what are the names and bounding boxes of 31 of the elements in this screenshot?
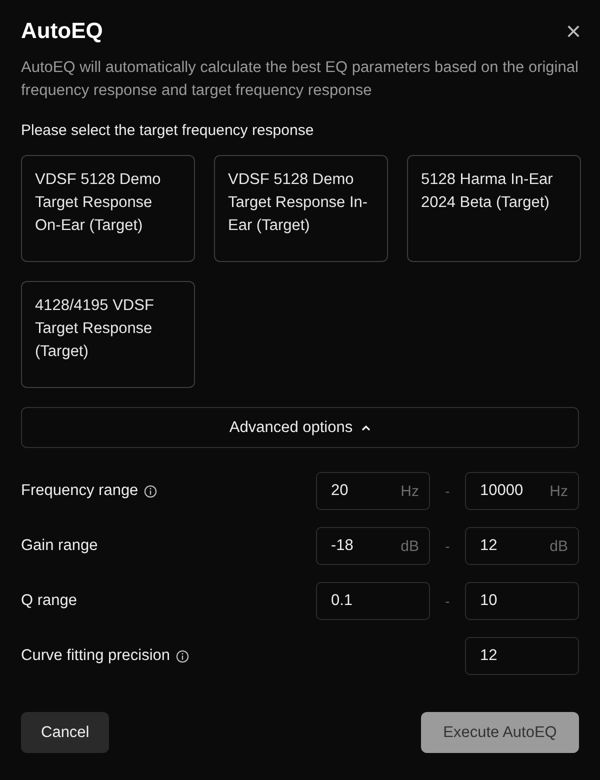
target-option-card[interactable]: VDSF 5128 Demo Target Response In-Ear (Target) (214, 155, 388, 262)
target-option-card[interactable]: 5128 Harma In-Ear 2024 Beta (Target) (407, 155, 581, 262)
option-label: Q range (21, 592, 78, 610)
info-icon[interactable] (144, 484, 158, 498)
chevron-icon (360, 422, 371, 432)
section-label: Please select the target frequency response (21, 122, 315, 139)
number-input-field[interactable]: 0.1 (316, 582, 430, 620)
number-input-field[interactable]: 20 Hz (316, 472, 430, 510)
target-option-card[interactable]: VDSF 5128 Demo Target Response On-Ear (Target) (21, 155, 195, 262)
dialog-description: AutoEQ will automatically calculate the best EQ parameters based on the original frequency response and target frequency response (21, 58, 579, 101)
unit-label: Hz (550, 482, 568, 500)
unit-label: dB (400, 538, 419, 554)
dialog-title: AutoEQ (21, 18, 103, 44)
target-option-card[interactable]: 4128/4195 VDSF Target Response (Target) (21, 281, 195, 388)
close-button[interactable]: × (566, 18, 581, 44)
range-separator: - (444, 593, 451, 609)
advanced-options-toggle[interactable]: Advanced options (21, 407, 579, 448)
unit-label: Hz (400, 482, 419, 500)
number-input-field[interactable]: 10000 Hz (465, 472, 579, 510)
option-label: Gain range (21, 537, 98, 555)
number-input-field[interactable]: 12 dB (465, 527, 579, 565)
option-label: Curve fitting precision (21, 647, 170, 665)
range-separator: - (444, 483, 451, 499)
number-input-field[interactable]: -18 dB (316, 527, 430, 565)
info-icon[interactable] (176, 650, 190, 662)
number-input-field[interactable]: 10 (465, 582, 579, 620)
number-input-field[interactable]: 12 (465, 637, 579, 675)
unit-label: dB (550, 538, 568, 554)
option-label: Frequency range (21, 482, 138, 500)
cancel-button[interactable]: Cancel (21, 712, 110, 753)
range-separator: - (444, 538, 451, 554)
